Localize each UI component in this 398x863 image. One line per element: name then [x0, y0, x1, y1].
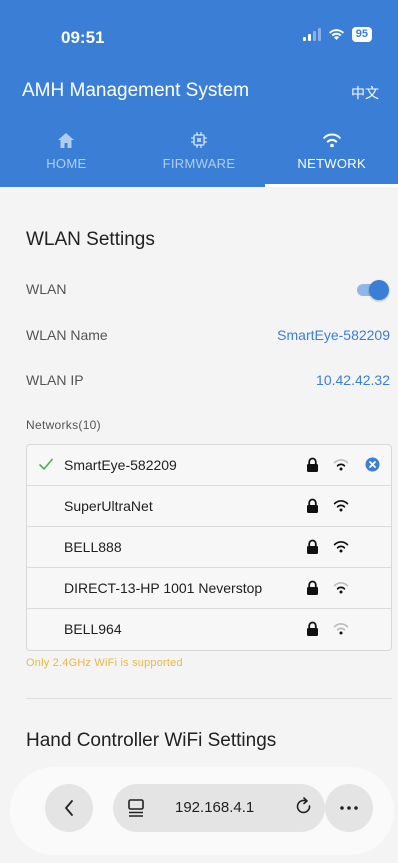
network-name: DIRECT-13-HP 1001 Neverstop: [64, 580, 263, 596]
disconnect-icon[interactable]: [365, 457, 380, 477]
wifi-band-note: Only 2.4GHz WiFi is supported: [26, 657, 183, 669]
back-button[interactable]: [45, 784, 93, 832]
network-name: SuperUltraNet: [64, 498, 153, 514]
wifi-signal-medium-icon: [333, 458, 349, 476]
tab-network[interactable]: NETWORK: [265, 122, 398, 187]
wlan-name-label: WLAN Name: [26, 327, 108, 343]
wlan-toggle-thumb: [369, 280, 389, 300]
wlan-toggle[interactable]: [357, 280, 389, 300]
status-bar: 09:51 95: [0, 0, 398, 70]
network-name: BELL888: [64, 539, 122, 555]
lock-icon: [306, 457, 319, 478]
tab-overview-icon: [127, 798, 145, 823]
network-list: SmartEye-582209 SuperUltraNet BELL888 DI…: [26, 444, 392, 651]
status-time: 09:51: [61, 28, 105, 47]
lock-icon: [306, 580, 319, 601]
section-divider: [26, 698, 392, 699]
network-name: SmartEye-582209: [64, 457, 177, 473]
wlan-name-value: SmartEye-582209: [277, 327, 390, 343]
wlan-ip-value: 10.42.42.32: [316, 372, 390, 388]
browser-toolbar: 192.168.4.1: [0, 767, 398, 863]
app-header: 09:51 95 AMH Management System 中文 HOME F…: [0, 0, 398, 187]
network-content: WLAN Settings WLAN WLAN Name SmartEye-58…: [0, 187, 398, 767]
networks-count-label: Networks(10): [26, 418, 101, 432]
battery-indicator: 95: [351, 27, 372, 42]
lock-icon: [306, 621, 319, 642]
lock-icon: [306, 539, 319, 560]
wifi-signal-strong-icon: [333, 540, 349, 558]
address-bar[interactable]: 192.168.4.1: [113, 784, 325, 832]
reload-icon[interactable]: [295, 797, 313, 822]
network-item[interactable]: DIRECT-13-HP 1001 Neverstop: [27, 568, 391, 609]
wlan-toggle-label: WLAN: [26, 281, 67, 297]
lock-icon: [306, 498, 319, 519]
tab-home[interactable]: HOME: [0, 122, 133, 187]
network-item[interactable]: SuperUltraNet: [27, 486, 391, 527]
wifi-icon: [322, 130, 342, 150]
network-item[interactable]: BELL888: [27, 527, 391, 568]
chip-icon: [190, 130, 208, 150]
wifi-signal-strong-icon: [333, 499, 349, 517]
wlan-ip-label: WLAN IP: [26, 372, 84, 388]
network-item[interactable]: SmartEye-582209: [27, 445, 391, 486]
more-button[interactable]: [325, 784, 373, 832]
home-icon: [57, 130, 75, 150]
wifi-status-icon: [328, 29, 344, 40]
tab-home-label: HOME: [46, 156, 87, 171]
wlan-section-title: WLAN Settings: [26, 229, 155, 250]
tab-firmware-label: FIRMWARE: [162, 156, 236, 171]
hand-controller-section-title: Hand Controller WiFi Settings: [26, 730, 277, 751]
check-icon: [38, 457, 54, 476]
cellular-signal-icon: [302, 28, 321, 41]
language-toggle[interactable]: 中文: [351, 83, 379, 103]
url-text: 192.168.4.1: [175, 799, 255, 816]
tab-network-label: NETWORK: [297, 156, 366, 171]
wifi-signal-medium-icon: [333, 581, 349, 599]
tab-bar: HOME FIRMWARE NETWORK: [0, 122, 398, 187]
wifi-signal-weak-icon: [333, 622, 349, 640]
network-name: BELL964: [64, 621, 122, 637]
more-icon: [340, 806, 358, 810]
network-item[interactable]: BELL964: [27, 609, 391, 650]
chevron-left-icon: [65, 800, 73, 816]
status-icons: 95: [302, 27, 372, 42]
app-title: AMH Management System: [22, 80, 250, 101]
browser-toolbar-pill: 192.168.4.1: [10, 767, 394, 855]
tab-firmware[interactable]: FIRMWARE: [133, 122, 266, 187]
